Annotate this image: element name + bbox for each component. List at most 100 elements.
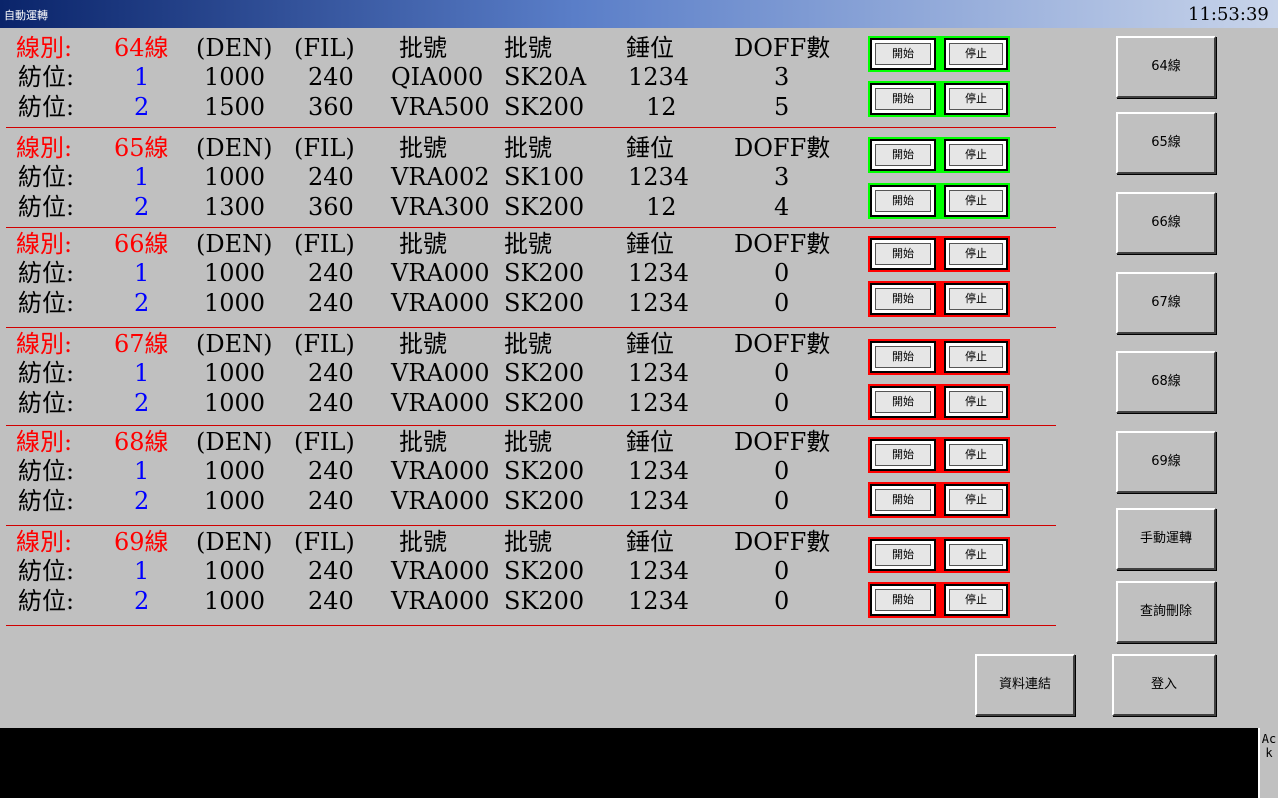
batch2-header: 批號 (504, 134, 552, 162)
position-label: 紡位: (18, 93, 75, 121)
fil-value: 240 (308, 259, 354, 287)
spindle-value: 1234 (628, 163, 690, 191)
line-name: 68線 (114, 428, 169, 456)
side-button-5[interactable]: 69線 (1116, 431, 1216, 493)
stop-frame: 停止 (944, 238, 1008, 270)
den-header: (DEN) (196, 134, 273, 162)
fil-value: 240 (308, 487, 354, 515)
doff-header: DOFF數 (734, 428, 831, 456)
spindle-value: 1234 (628, 63, 690, 91)
position-number: 2 (134, 487, 150, 515)
spindle-value: 12 (646, 93, 677, 121)
spindle-header: 錘位 (626, 34, 674, 62)
start-button[interactable]: 開始 (875, 589, 931, 611)
ack-button[interactable]: Ack (1258, 728, 1278, 798)
stop-frame: 停止 (944, 439, 1008, 471)
doff-header: DOFF數 (734, 34, 831, 62)
control-group-64線-1: 開始 停止 (868, 36, 1010, 72)
stop-button[interactable]: 停止 (949, 444, 1003, 466)
start-frame: 開始 (870, 38, 936, 70)
status-indicator (936, 484, 944, 516)
batch1-header: 批號 (399, 34, 447, 62)
batch2-header: 批號 (504, 330, 552, 358)
position-number: 2 (134, 193, 150, 221)
window-title: 自動運轉 (4, 9, 48, 22)
doff-value: 0 (774, 289, 790, 317)
clock: 11:53:39 (1188, 4, 1269, 25)
start-button[interactable]: 開始 (875, 88, 931, 110)
line-label: 線別: (16, 428, 73, 456)
start-button[interactable]: 開始 (875, 544, 931, 566)
spindle-value: 1234 (628, 259, 690, 287)
stop-button[interactable]: 停止 (949, 243, 1003, 265)
stop-button[interactable]: 停止 (949, 190, 1003, 212)
batch2-value: SK200 (504, 587, 585, 615)
stop-button[interactable]: 停止 (949, 43, 1003, 65)
start-frame: 開始 (870, 238, 936, 270)
start-frame: 開始 (870, 139, 936, 171)
batch2-value: SK200 (504, 93, 585, 121)
position-label: 紡位: (18, 457, 75, 485)
batch2-value: SK100 (504, 163, 585, 191)
side-button-3[interactable]: 67線 (1116, 272, 1216, 334)
start-button[interactable]: 開始 (875, 190, 931, 212)
fil-header: (FIL) (294, 34, 355, 62)
batch2-value: SK200 (504, 259, 585, 287)
start-frame: 開始 (870, 283, 936, 315)
side-button-7[interactable]: 查詢刪除 (1116, 581, 1216, 643)
side-button-6[interactable]: 手動運轉 (1116, 508, 1216, 570)
spindle-header: 錘位 (626, 528, 674, 556)
start-button[interactable]: 開始 (875, 489, 931, 511)
batch1-value: VRA000 (391, 389, 490, 417)
side-button-0[interactable]: 64線 (1116, 36, 1216, 98)
stop-button[interactable]: 停止 (949, 144, 1003, 166)
stop-button[interactable]: 停止 (949, 544, 1003, 566)
den-value: 1500 (204, 93, 266, 121)
side-button-1[interactable]: 65線 (1116, 112, 1216, 174)
doff-value: 4 (774, 193, 790, 221)
status-indicator (936, 139, 944, 171)
den-value: 1300 (204, 193, 266, 221)
batch2-value: SK200 (504, 289, 585, 317)
side-button-2[interactable]: 66線 (1116, 192, 1216, 254)
stop-frame: 停止 (944, 83, 1008, 115)
data-link-button[interactable]: 資料連結 (975, 654, 1075, 716)
stop-button[interactable]: 停止 (949, 288, 1003, 310)
doff-value: 0 (774, 359, 790, 387)
spindle-header: 錘位 (626, 230, 674, 258)
position-number: 1 (134, 163, 150, 191)
start-button[interactable]: 開始 (875, 444, 931, 466)
position-label: 紡位: (18, 289, 75, 317)
side-button-4[interactable]: 68線 (1116, 351, 1216, 413)
doff-value: 0 (774, 389, 790, 417)
start-button[interactable]: 開始 (875, 288, 931, 310)
stop-button[interactable]: 停止 (949, 391, 1003, 413)
login-button[interactable]: 登入 (1112, 654, 1216, 716)
den-value: 1000 (204, 289, 266, 317)
start-button[interactable]: 開始 (875, 243, 931, 265)
start-button[interactable]: 開始 (875, 144, 931, 166)
batch2-value: SK200 (504, 557, 585, 585)
position-label: 紡位: (18, 389, 75, 417)
stop-button[interactable]: 停止 (949, 589, 1003, 611)
spindle-value: 1234 (628, 487, 690, 515)
main-panel: 線別: 64線 (DEN) (FIL) 批號 批號 錘位 DOFF數 紡位: 1 1000 240 QI… (0, 28, 1278, 728)
stop-frame: 停止 (944, 38, 1008, 70)
start-button[interactable]: 開始 (875, 43, 931, 65)
start-button[interactable]: 開始 (875, 391, 931, 413)
stop-button[interactable]: 停止 (949, 489, 1003, 511)
fil-value: 240 (308, 163, 354, 191)
batch1-value: VRA000 (391, 487, 490, 515)
status-indicator (936, 238, 944, 270)
line-name: 66線 (114, 230, 169, 258)
spindle-value: 1234 (628, 457, 690, 485)
start-button[interactable]: 開始 (875, 346, 931, 368)
stop-frame: 停止 (944, 139, 1008, 171)
line-name: 67線 (114, 330, 169, 358)
doff-header: DOFF數 (734, 528, 831, 556)
stop-button[interactable]: 停止 (949, 88, 1003, 110)
den-value: 1000 (204, 457, 266, 485)
doff-value: 0 (774, 457, 790, 485)
line-name: 64線 (114, 34, 169, 62)
stop-button[interactable]: 停止 (949, 346, 1003, 368)
